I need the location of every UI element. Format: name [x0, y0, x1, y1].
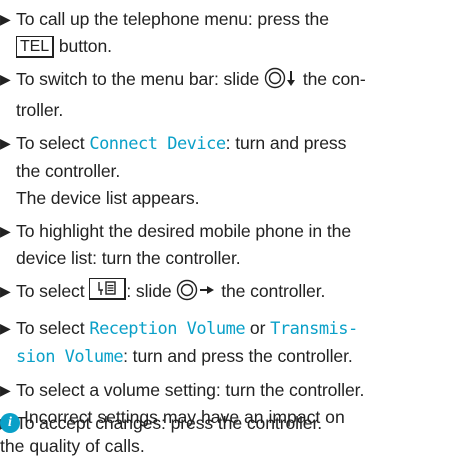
bullet-triangle-icon: ▶ [0, 135, 11, 151]
menu-item-transmission-volume-cont: sion Volume [16, 347, 124, 367]
step-select-settings: ▶ To select : slide the controller. [0, 278, 462, 309]
bullet-triangle-icon: ▶ [0, 320, 11, 336]
bullet-triangle-icon: ▶ [0, 11, 11, 27]
step-select-volume-setting: ▶ To select a volume setting: turn the c… [0, 377, 462, 404]
step-text: the con- [302, 69, 366, 89]
step-select-connect-device: ▶ To select Connect Device: turn and pre… [0, 130, 462, 212]
step-text: : turn and press the controller. [123, 346, 353, 366]
step-select-volume-type: ▶ To select Reception Volume or Transmis… [0, 315, 462, 371]
controller-slide-right-icon [176, 279, 216, 309]
step-text: : turn and press [225, 133, 347, 153]
step-text: button. [58, 36, 112, 56]
step-text: To highlight the desired mobile phone in… [16, 221, 352, 241]
step-text: troller. [16, 100, 64, 120]
step-text: To call up the telephone menu: press the [16, 9, 329, 29]
controller-slide-down-icon [264, 67, 298, 97]
step-text: To select [16, 318, 85, 338]
info-icon: i [0, 413, 20, 433]
step-text: To select [16, 281, 85, 301]
menu-item-reception-volume: Reception Volume [89, 319, 246, 339]
bullet-triangle-icon: ▶ [0, 71, 11, 87]
bullet-triangle-icon: ▶ [0, 382, 11, 398]
menu-item-connect-device: Connect Device [89, 134, 226, 154]
instruction-list: ▶ To call up the telephone menu: press t… [0, 6, 462, 437]
step-text: To switch to the menu bar: slide [16, 69, 260, 89]
note-text: the quality of calls. [0, 436, 145, 456]
menu-item-transmission-volume: Transmis- [270, 319, 358, 339]
step-text: To select a volume setting: turn the con… [16, 380, 365, 400]
step-text: : slide [126, 281, 172, 301]
step-text: the controller. [221, 281, 326, 301]
bullet-triangle-icon: ▶ [0, 223, 11, 239]
bullet-triangle-icon: ▶ [0, 283, 11, 299]
step-call-telephone-menu: ▶ To call up the telephone menu: press t… [0, 6, 462, 60]
note-text: Incorrect settings may have an impact on [24, 407, 345, 427]
settings-key-icon [89, 278, 127, 300]
step-switch-menu-bar: ▶ To switch to the menu bar: slide the c… [0, 66, 462, 124]
step-text: To select [16, 133, 85, 153]
step-result-text: The device list appears. [16, 188, 200, 208]
step-highlight-phone: ▶ To highlight the desired mobile phone … [0, 218, 462, 272]
tel-key-icon: TEL [16, 36, 55, 58]
info-note: i Incorrect settings may have an impact o… [0, 404, 462, 460]
step-text: the controller. [16, 161, 121, 181]
step-text: or [249, 318, 266, 338]
step-text: device list: turn the controller. [16, 248, 241, 268]
